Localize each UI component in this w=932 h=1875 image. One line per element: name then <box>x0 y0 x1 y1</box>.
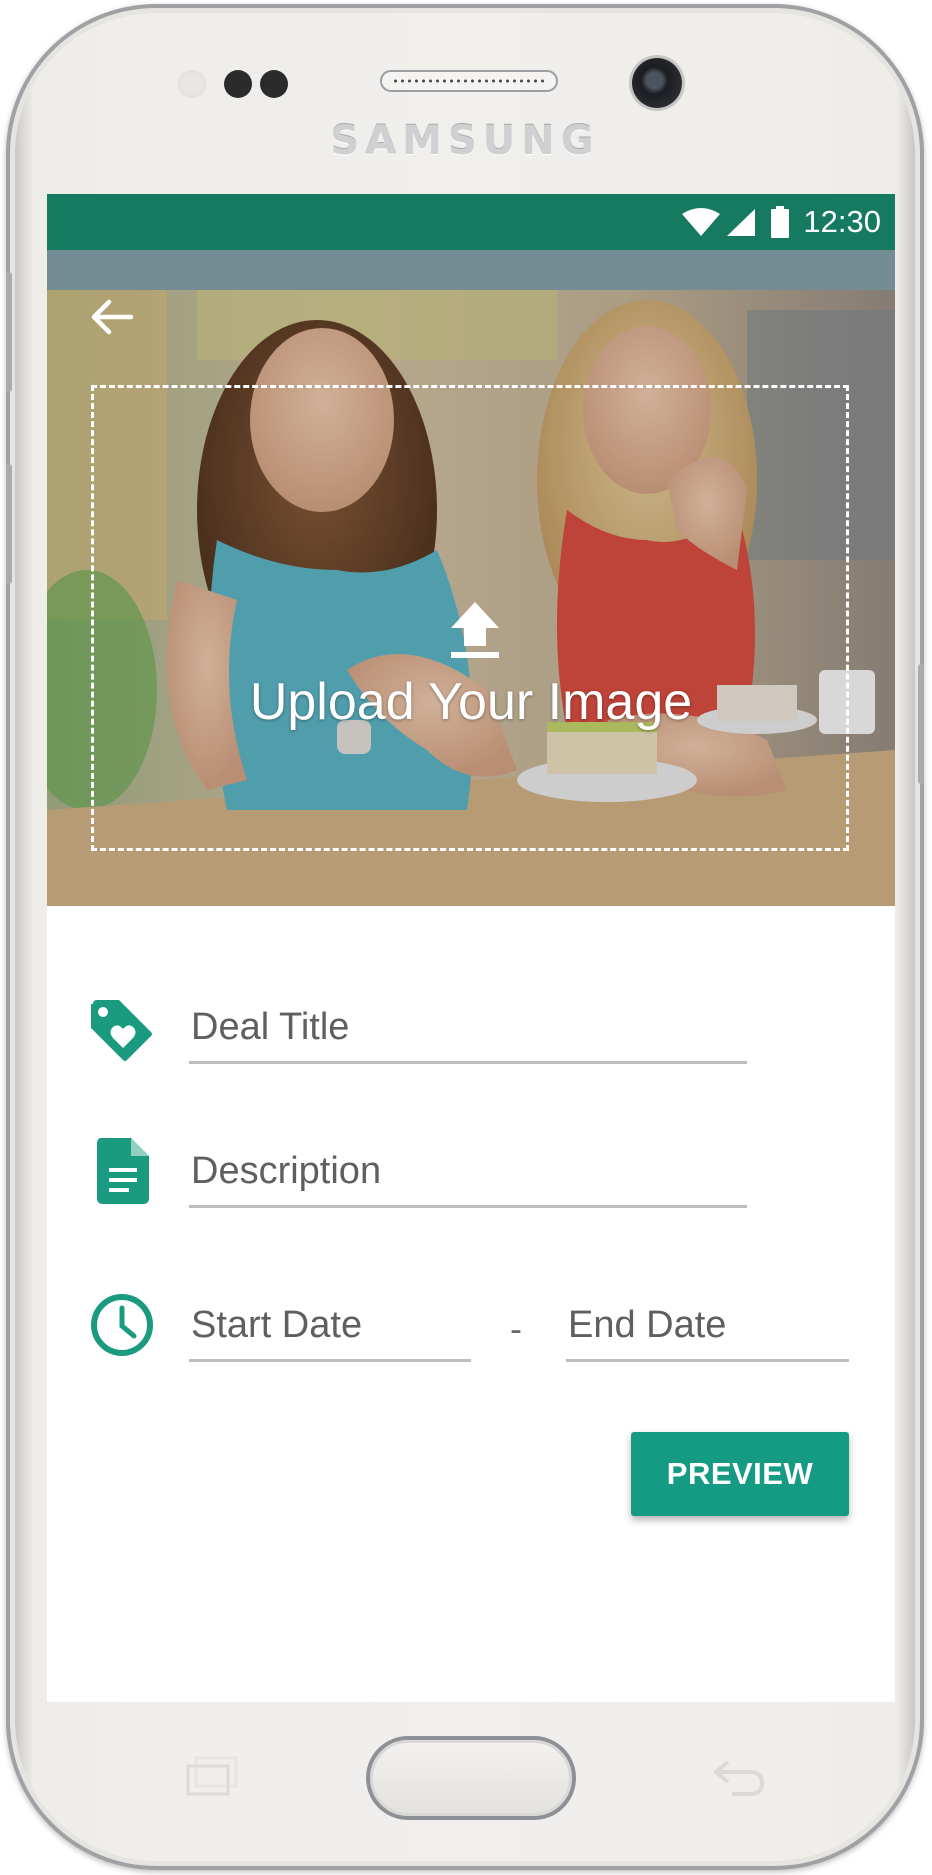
end-date-input[interactable] <box>566 1292 849 1359</box>
date-separator: - <box>510 1308 522 1349</box>
cellular-signal-icon <box>725 207 757 237</box>
document-icon <box>97 1138 163 1204</box>
back-key-icon[interactable] <box>710 1756 768 1796</box>
start-date-input[interactable] <box>189 1292 471 1359</box>
light-sensor <box>224 70 252 98</box>
tag-heart-icon <box>89 998 155 1064</box>
volume-up-button <box>6 272 12 392</box>
light-sensor <box>260 70 288 98</box>
upload-image-label[interactable]: Upload Your Image <box>47 672 895 732</box>
description-input[interactable] <box>189 1138 747 1205</box>
status-icons: 12:30 <box>681 194 881 250</box>
status-time: 12:30 <box>803 204 881 239</box>
clock-icon <box>89 1292 155 1358</box>
home-button[interactable] <box>366 1736 576 1820</box>
recent-apps-icon[interactable] <box>184 1756 240 1796</box>
back-arrow-icon[interactable] <box>87 292 137 342</box>
volume-down-button <box>6 464 12 584</box>
description-field[interactable] <box>189 1138 747 1208</box>
battery-icon <box>771 206 790 238</box>
front-camera <box>632 58 682 108</box>
end-date-field[interactable] <box>566 1292 849 1362</box>
upload-icon[interactable] <box>447 600 503 660</box>
phone-frame: SAMSUNG 12:30 Upload Your Image Deal Tit… <box>6 4 924 1870</box>
wifi-icon <box>681 207 721 237</box>
deal-title-input[interactable] <box>189 994 747 1061</box>
power-button <box>918 664 924 784</box>
earpiece-speaker <box>380 70 558 92</box>
brand-logo: SAMSUNG <box>330 118 600 164</box>
deal-title-field[interactable] <box>189 994 747 1064</box>
preview-button[interactable]: PREVIEW <box>631 1432 849 1516</box>
cover-image-area: Upload Your Image <box>47 250 895 906</box>
app-screen: 12:30 Upload Your Image Deal Title Descr… <box>47 194 895 1702</box>
status-bar: 12:30 <box>47 194 895 250</box>
proximity-sensor <box>178 70 206 98</box>
start-date-field[interactable] <box>189 1292 471 1362</box>
